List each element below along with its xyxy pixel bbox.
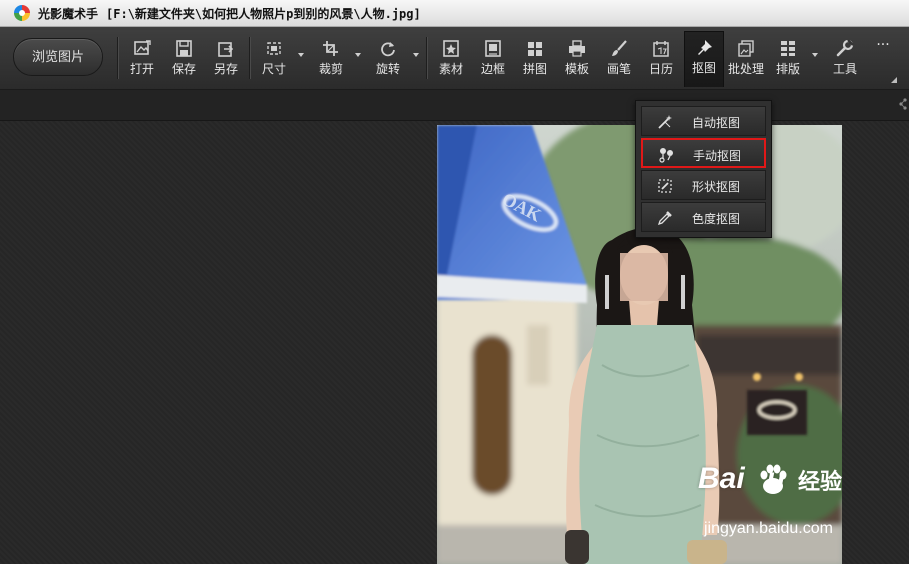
border-button[interactable]: 边框	[474, 33, 512, 81]
cutout-button[interactable]: 抠图	[684, 31, 724, 87]
menu-item-label: 手动抠图	[693, 149, 742, 163]
open-button[interactable]: 打开	[123, 33, 161, 81]
magic-wand-icon	[658, 115, 672, 129]
menu-item-shape-cutout[interactable]: 形状抠图	[641, 170, 766, 200]
tools-button[interactable]: 工具	[826, 33, 864, 81]
border-label: 边框	[480, 62, 505, 76]
menu-item-label: 自动抠图	[692, 116, 741, 130]
layout-dropdown-arrow-icon[interactable]	[812, 53, 818, 57]
size-label: 尺寸	[261, 62, 286, 76]
brush-button[interactable]: 画笔	[600, 33, 638, 81]
crop-button[interactable]: 裁剪	[312, 33, 350, 81]
window-title: 光影魔术手 [F:\新建文件夹\如何把人物照片p到别的风景\人物.jpg]	[38, 5, 421, 22]
secondary-toolbar	[0, 90, 909, 121]
layout-button[interactable]: 排版	[769, 33, 807, 81]
material-label: 素材	[438, 62, 463, 76]
menu-item-manual-cutout[interactable]: 手动抠图	[641, 138, 766, 168]
menu-item-label: 色度抠图	[692, 212, 741, 226]
title-bar: 光影魔术手 [F:\新建文件夹\如何把人物照片p到别的风景\人物.jpg]	[0, 0, 909, 27]
batch-process-button[interactable]: 批处理	[726, 33, 766, 81]
menu-item-auto-cutout[interactable]: 自动抠图	[641, 106, 766, 136]
watermark-url: jingyan.baidu.com	[704, 520, 833, 537]
crop-icon	[323, 41, 338, 56]
save-icon	[176, 40, 192, 57]
batch-stack-icon	[738, 40, 754, 57]
layout-label: 排版	[775, 62, 800, 76]
wrench-icon	[836, 40, 854, 57]
rotate-dropdown-arrow-icon[interactable]	[413, 53, 419, 57]
brush-icon	[612, 40, 627, 56]
save-as-button[interactable]: 另存	[207, 33, 245, 81]
calendar-icon	[653, 41, 669, 57]
share-icon[interactable]	[899, 98, 907, 110]
tools-label: 工具	[832, 62, 857, 76]
watermark-sub: 经验	[798, 470, 843, 495]
crop-dropdown-arrow-icon[interactable]	[355, 53, 361, 57]
template-label: 模板	[564, 62, 589, 76]
size-button[interactable]: 尺寸	[255, 33, 293, 81]
paw-icon	[760, 464, 787, 494]
material-button[interactable]: 素材	[432, 33, 470, 81]
manual-select-icon	[659, 148, 673, 163]
template-button[interactable]: 模板	[558, 33, 596, 81]
open-label: 打开	[129, 62, 154, 76]
save-as-icon	[218, 42, 234, 57]
cutout-label: 抠图	[691, 61, 716, 75]
save-as-label: 另存	[213, 62, 238, 76]
layout-grid-icon	[781, 41, 795, 56]
rotate-label: 旋转	[375, 62, 400, 76]
calendar-label: 日历	[648, 62, 673, 76]
resize-icon	[267, 42, 281, 55]
menu-item-label: 形状抠图	[692, 180, 741, 194]
toolbar-divider	[426, 37, 427, 79]
rotate-button[interactable]: 旋转	[369, 33, 407, 81]
expand-corner-icon[interactable]	[891, 77, 897, 83]
save-button[interactable]: 保存	[165, 33, 203, 81]
toolbar-divider	[249, 37, 250, 79]
main-toolbar: 浏览图片 打开 保存 另存 尺寸 裁剪 旋转 素材 边框 拼图 模板 画笔 日历…	[0, 27, 909, 90]
star-frame-icon	[443, 40, 459, 57]
crop-label: 裁剪	[318, 62, 343, 76]
toolbar-divider	[117, 37, 118, 79]
more-label: ···	[876, 37, 890, 53]
app-logo-icon	[14, 5, 30, 21]
file-path: [F:\新建文件夹\如何把人物照片p到别的风景\人物.jpg]	[106, 7, 421, 21]
more-button[interactable]: ···	[866, 31, 900, 79]
browse-images-button[interactable]: 浏览图片	[13, 38, 103, 76]
watermark-brand-left: Bai	[698, 462, 745, 495]
shape-select-icon	[658, 179, 672, 193]
brush-label: 画笔	[606, 62, 631, 76]
grid-icon	[528, 42, 542, 56]
open-image-icon	[134, 40, 151, 55]
batch-process-label: 批处理	[727, 62, 764, 76]
cutout-dropdown-menu: 自动抠图 手动抠图 形状抠图 色度抠图	[635, 100, 772, 238]
pin-cutout-icon	[698, 40, 712, 55]
app-name: 光影魔术手	[38, 7, 99, 21]
printer-icon	[569, 40, 585, 57]
size-dropdown-arrow-icon[interactable]	[298, 53, 304, 57]
menu-item-chroma-cutout[interactable]: 色度抠图	[641, 202, 766, 232]
save-label: 保存	[171, 62, 196, 76]
calendar-button[interactable]: 日历	[642, 33, 680, 81]
color-picker-icon	[657, 211, 672, 226]
collage-button[interactable]: 拼图	[516, 33, 554, 81]
border-frame-icon	[485, 40, 501, 57]
collage-label: 拼图	[522, 62, 547, 76]
rotate-icon	[381, 42, 395, 57]
